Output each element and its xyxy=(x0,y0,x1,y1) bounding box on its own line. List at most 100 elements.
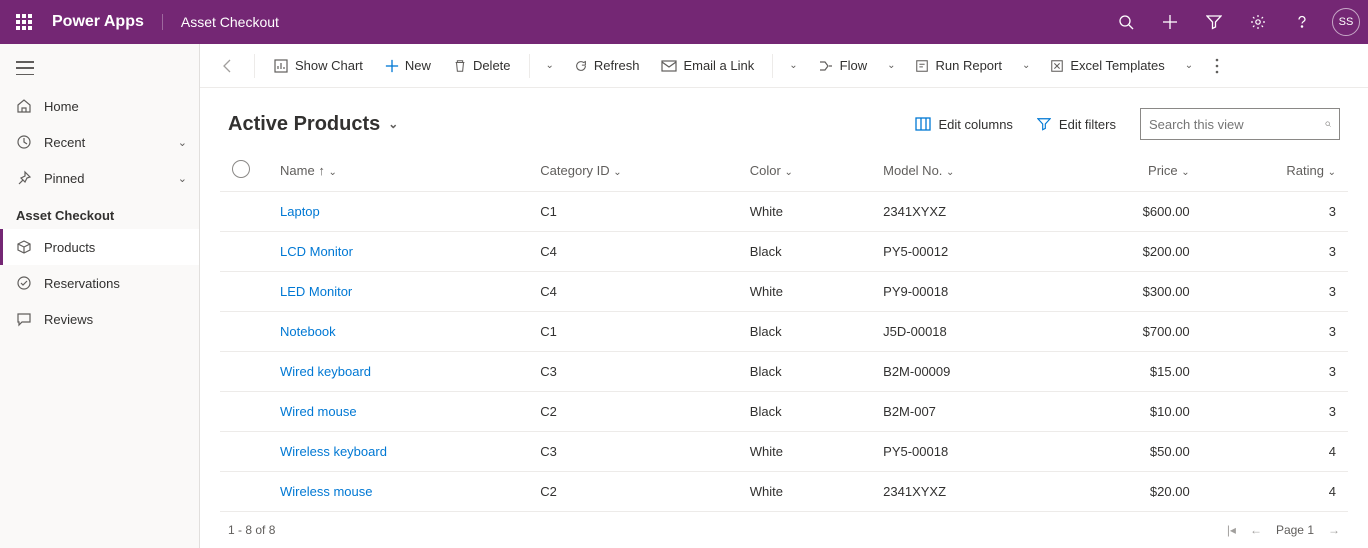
column-header-color[interactable]: Color ⌄ xyxy=(738,150,871,192)
search-icon xyxy=(1325,117,1331,131)
sidebar-toggle[interactable] xyxy=(0,48,199,88)
cell-color: Black xyxy=(738,232,871,272)
clock-icon xyxy=(16,134,32,150)
excel-templates-button[interactable]: Excel Templates xyxy=(1042,50,1172,82)
sidebar-item-home[interactable]: Home xyxy=(0,88,199,124)
sidebar-item-products[interactable]: Products xyxy=(0,229,199,265)
cell-rating: 4 xyxy=(1202,472,1348,512)
row-select[interactable] xyxy=(220,192,268,232)
sidebar-section-title: Asset Checkout xyxy=(0,196,199,229)
next-page-button[interactable]: → xyxy=(1328,523,1340,537)
edit-columns-button[interactable]: Edit columns xyxy=(915,117,1013,132)
show-chart-button[interactable]: Show Chart xyxy=(265,50,371,82)
cell-name[interactable]: Wireless keyboard xyxy=(268,432,528,472)
sidebar-item-label: Pinned xyxy=(44,171,178,186)
row-select[interactable] xyxy=(220,432,268,472)
cell-color: Black xyxy=(738,352,871,392)
menu-icon xyxy=(16,61,34,75)
back-button[interactable] xyxy=(212,50,244,82)
column-header-price[interactable]: Price ⌄ xyxy=(1061,150,1202,192)
app-launcher-button[interactable] xyxy=(8,6,40,38)
cell-price: $20.00 xyxy=(1061,472,1202,512)
back-arrow-icon xyxy=(220,58,236,74)
table-row[interactable]: Wired mouse C2 Black B2M-007 $10.00 3 xyxy=(220,392,1348,432)
command-bar: Show Chart New Delete ⌄ Refresh Email a … xyxy=(200,44,1368,88)
cmd-label: Show Chart xyxy=(295,58,363,73)
cell-price: $600.00 xyxy=(1061,192,1202,232)
cell-name[interactable]: LED Monitor xyxy=(268,272,528,312)
cell-name[interactable]: Wireless mouse xyxy=(268,472,528,512)
run-report-dropdown[interactable]: ⌄ xyxy=(1016,60,1036,71)
help-button[interactable] xyxy=(1280,0,1324,44)
breadcrumb[interactable]: Asset Checkout xyxy=(162,14,279,30)
table-row[interactable]: LED Monitor C4 White PY9-00018 $300.00 3 xyxy=(220,272,1348,312)
sidebar-item-recent[interactable]: Recent ⌄ xyxy=(0,124,199,160)
sidebar-item-pinned[interactable]: Pinned ⌄ xyxy=(0,160,199,196)
edit-filters-button[interactable]: Edit filters xyxy=(1037,117,1116,132)
chevron-down-icon: ⌄ xyxy=(328,167,336,178)
cell-color: White xyxy=(738,272,871,312)
delete-button[interactable]: Delete xyxy=(445,50,519,82)
email-link-button[interactable]: Email a Link xyxy=(653,50,762,82)
cell-price: $10.00 xyxy=(1061,392,1202,432)
cmd-label: Delete xyxy=(473,58,511,73)
filter-button[interactable] xyxy=(1192,0,1236,44)
cell-category: C1 xyxy=(528,192,738,232)
refresh-button[interactable]: Refresh xyxy=(566,50,648,82)
flow-button[interactable]: Flow xyxy=(810,50,875,82)
column-header-rating[interactable]: Rating ⌄ xyxy=(1202,150,1348,192)
table-row[interactable]: Wireless keyboard C3 White PY5-00018 $50… xyxy=(220,432,1348,472)
view-selector[interactable]: Active Products ⌄ xyxy=(228,113,398,136)
email-dropdown[interactable]: ⌄ xyxy=(783,60,803,71)
row-select[interactable] xyxy=(220,352,268,392)
column-header-category[interactable]: Category ID ⌄ xyxy=(528,150,738,192)
cell-category: C2 xyxy=(528,392,738,432)
select-all[interactable] xyxy=(220,150,268,192)
flow-dropdown[interactable]: ⌄ xyxy=(881,60,901,71)
column-header-model[interactable]: Model No. ⌄ xyxy=(871,150,1060,192)
cell-name[interactable]: Wired keyboard xyxy=(268,352,528,392)
first-page-button[interactable]: |◂ xyxy=(1227,523,1236,537)
prev-page-button[interactable]: ← xyxy=(1250,523,1262,537)
search-button[interactable] xyxy=(1104,0,1148,44)
cell-model: B2M-00009 xyxy=(871,352,1060,392)
table-row[interactable]: Notebook C1 Black J5D-00018 $700.00 3 xyxy=(220,312,1348,352)
search-view-box[interactable] xyxy=(1140,108,1340,140)
cell-model: J5D-00018 xyxy=(871,312,1060,352)
row-select[interactable] xyxy=(220,392,268,432)
new-button[interactable]: New xyxy=(377,50,439,82)
search-input[interactable] xyxy=(1149,117,1325,132)
page-title: Active Products xyxy=(228,113,380,136)
cell-name[interactable]: Laptop xyxy=(268,192,528,232)
cell-name[interactable]: Wired mouse xyxy=(268,392,528,432)
table-row[interactable]: Laptop C1 White 2341XYXZ $600.00 3 xyxy=(220,192,1348,232)
top-header: Power Apps Asset Checkout SS xyxy=(0,0,1368,44)
plus-icon xyxy=(385,59,399,73)
cell-name[interactable]: LCD Monitor xyxy=(268,232,528,272)
cmd-label: New xyxy=(405,58,431,73)
more-commands-button[interactable] xyxy=(1205,58,1229,74)
table-row[interactable]: Wired keyboard C3 Black B2M-00009 $15.00… xyxy=(220,352,1348,392)
settings-button[interactable] xyxy=(1236,0,1280,44)
excel-dropdown[interactable]: ⌄ xyxy=(1179,60,1199,71)
add-button[interactable] xyxy=(1148,0,1192,44)
sidebar-item-reviews[interactable]: Reviews xyxy=(0,301,199,337)
cell-color: White xyxy=(738,192,871,232)
sidebar-item-reservations[interactable]: Reservations xyxy=(0,265,199,301)
table-row[interactable]: LCD Monitor C4 Black PY5-00012 $200.00 3 xyxy=(220,232,1348,272)
column-header-name[interactable]: Name ↑ ⌄ xyxy=(268,150,528,192)
waffle-icon xyxy=(16,14,32,30)
run-report-button[interactable]: Run Report xyxy=(907,50,1009,82)
delete-dropdown[interactable]: ⌄ xyxy=(540,60,560,71)
avatar[interactable]: SS xyxy=(1332,8,1360,36)
cell-color: White xyxy=(738,472,871,512)
cmd-label: Excel Templates xyxy=(1070,58,1164,73)
row-select[interactable] xyxy=(220,312,268,352)
row-select[interactable] xyxy=(220,272,268,312)
cell-name[interactable]: Notebook xyxy=(268,312,528,352)
row-select[interactable] xyxy=(220,472,268,512)
cell-price: $300.00 xyxy=(1061,272,1202,312)
chat-icon xyxy=(16,311,32,327)
row-select[interactable] xyxy=(220,232,268,272)
table-row[interactable]: Wireless mouse C2 White 2341XYXZ $20.00 … xyxy=(220,472,1348,512)
